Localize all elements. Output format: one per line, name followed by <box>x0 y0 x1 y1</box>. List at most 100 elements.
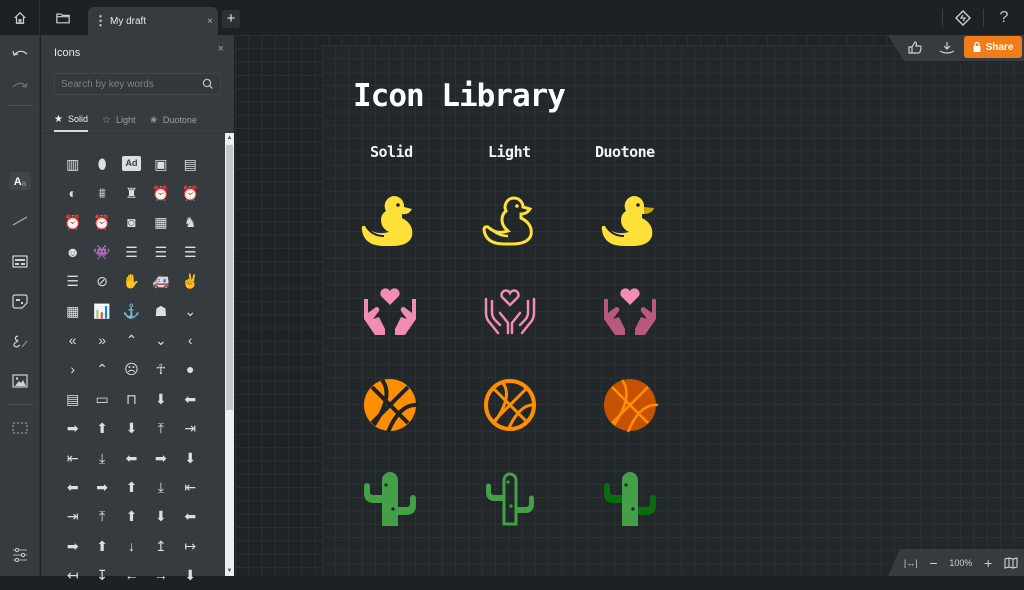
hand-holding-heart-light-icon[interactable] <box>480 283 540 343</box>
arrow-alt-to-right-icon[interactable]: ⇥ <box>58 502 87 531</box>
alarm-clock-icon[interactable]: ⏰ <box>146 178 175 207</box>
page-title[interactable]: Icon Library <box>353 78 566 114</box>
line-tool[interactable] <box>0 208 40 234</box>
align-slash-icon[interactable]: ⊘ <box>87 267 116 296</box>
address-card-icon[interactable]: ▤ <box>176 149 205 178</box>
sticky-note-tool[interactable] <box>0 288 40 314</box>
cactus-duotone-icon[interactable] <box>600 468 660 528</box>
arrow-from-top-icon[interactable]: ↧ <box>87 560 116 589</box>
tab-duotone[interactable]: ✬ Duotone <box>149 110 196 130</box>
image-tool[interactable] <box>0 368 40 394</box>
like-button[interactable] <box>904 35 926 59</box>
basketball-light-icon[interactable] <box>480 375 540 435</box>
arrow-from-bottom-icon[interactable]: ↥ <box>146 531 175 560</box>
arrow-alt-up-icon[interactable]: ⬆ <box>117 502 146 531</box>
panel-close-icon[interactable]: × <box>218 43 224 55</box>
arrow-circle-down-icon[interactable]: ⬇ <box>146 502 175 531</box>
acorn-icon[interactable]: ⬮ <box>87 149 116 178</box>
tab-light[interactable]: ☆ Light <box>102 110 136 130</box>
cactus-solid-icon[interactable] <box>360 468 420 528</box>
album-icon[interactable]: ◙ <box>117 208 146 237</box>
angle-down-icon[interactable]: ⌄ <box>146 325 175 354</box>
tab-menu-icon[interactable]: ⋮ <box>94 14 107 27</box>
hand-holding-heart-solid-icon[interactable] <box>360 283 420 343</box>
arrow-alt-down-icon[interactable]: ⬇ <box>117 414 146 443</box>
archway-icon[interactable]: ⊓ <box>117 384 146 413</box>
hand-holding-heart-duotone-icon[interactable] <box>600 283 660 343</box>
basketball-solid-icon[interactable] <box>360 375 420 435</box>
frame-tool[interactable] <box>0 415 40 441</box>
arrow-alt-circle-down-icon[interactable]: ⬇ <box>146 384 175 413</box>
arrow-alt-to-left-icon[interactable]: ⇤ <box>176 472 205 501</box>
album-collection-icon[interactable]: ▦ <box>146 208 175 237</box>
arrow-alt-square-right-icon[interactable]: ➡ <box>87 472 116 501</box>
american-sign-language-icon[interactable]: ✌ <box>176 267 205 296</box>
download-button[interactable] <box>936 35 958 59</box>
alien-monster-icon[interactable]: 👾 <box>87 237 116 266</box>
angle-double-right-icon[interactable]: » <box>87 325 116 354</box>
arrow-down-icon[interactable]: ↓ <box>117 531 146 560</box>
angle-double-down-icon[interactable]: ⌄ <box>176 296 205 325</box>
scroll-down-arrow[interactable]: ▼ <box>225 567 234 576</box>
arrow-alt-left-icon[interactable]: ⬅ <box>117 443 146 472</box>
adjust-icon[interactable]: ◐ <box>58 178 87 207</box>
angry-icon[interactable]: ☹ <box>117 355 146 384</box>
panel-scrollbar[interactable]: ▲ ▼ <box>225 133 234 576</box>
feature-button[interactable] <box>943 0 983 35</box>
arrow-circle-left-icon[interactable]: ⬅ <box>176 502 205 531</box>
zoom-out-button[interactable]: − <box>929 555 937 571</box>
allergies-icon[interactable]: ✋ <box>117 267 146 296</box>
arrow-from-right-icon[interactable]: ↤ <box>58 560 87 589</box>
undo-button[interactable] <box>0 40 40 66</box>
scroll-up-arrow[interactable]: ▲ <box>225 134 234 143</box>
basketball-duotone-icon[interactable] <box>600 375 660 435</box>
apple-crate-icon[interactable]: ▤ <box>58 384 87 413</box>
scroll-thumb[interactable] <box>226 145 233 410</box>
angle-double-left-icon[interactable]: « <box>58 325 87 354</box>
arrow-alt-from-left-icon[interactable]: ⇥ <box>176 414 205 443</box>
alarm-snooze-icon[interactable]: ⏰ <box>87 208 116 237</box>
ad-icon[interactable]: Ad <box>121 156 142 172</box>
arrow-alt-to-bottom-icon[interactable]: ⤓ <box>146 472 175 501</box>
arrow-alt-circle-left-icon[interactable]: ⬅ <box>176 384 205 413</box>
apple-alt-icon[interactable]: ● <box>176 355 205 384</box>
duck-solid-icon[interactable] <box>360 190 420 250</box>
ankh-icon[interactable]: ☥ <box>146 355 175 384</box>
map-icon[interactable] <box>1004 556 1018 569</box>
fit-width-button[interactable]: |↔| <box>904 558 918 568</box>
anchor-icon[interactable]: ⚓ <box>117 296 146 325</box>
archive-icon[interactable]: ▭ <box>87 384 116 413</box>
cactus-light-icon[interactable] <box>480 468 540 528</box>
arrow-circle-right-icon[interactable]: ➡ <box>58 531 87 560</box>
tab-solid[interactable]: ★ Solid <box>54 110 88 132</box>
arrow-alt-square-left-icon[interactable]: ⬅ <box>58 472 87 501</box>
align-right-icon[interactable]: ☰ <box>58 267 87 296</box>
air-conditioner-icon[interactable]: ⩩ <box>87 178 116 207</box>
address-book-icon[interactable]: ▣ <box>146 149 175 178</box>
air-freshener-icon[interactable]: ♜ <box>117 178 146 207</box>
arrow-alt-from-right-icon[interactable]: ⇤ <box>58 443 87 472</box>
angel-icon[interactable]: ☗ <box>146 296 175 325</box>
analytics-icon[interactable]: 📊 <box>87 296 116 325</box>
arrow-alt-circle-up-icon[interactable]: ⬆ <box>87 414 116 443</box>
tab-my-draft[interactable]: ⋮ My draft × <box>88 7 218 35</box>
folder-button[interactable] <box>41 0 85 35</box>
text-tool[interactable]: Aa <box>0 168 40 194</box>
zoom-in-button[interactable]: + <box>984 555 992 571</box>
column-header-light[interactable]: Light <box>488 143 531 161</box>
tab-close-icon[interactable]: × <box>202 16 218 27</box>
zoom-level[interactable]: 100% <box>949 558 972 568</box>
arrow-alt-square-up-icon[interactable]: ⬆ <box>117 472 146 501</box>
arrow-right-icon[interactable]: → <box>146 560 175 589</box>
arrow-alt-from-bottom-icon[interactable]: ⤒ <box>146 414 175 443</box>
search-input[interactable] <box>61 77 201 92</box>
arrow-square-down-icon[interactable]: ⬇ <box>176 560 205 589</box>
arrow-left-icon[interactable]: ← <box>117 560 146 589</box>
alarm-plus-icon[interactable]: ⏰ <box>58 208 87 237</box>
arrow-from-left-icon[interactable]: ↦ <box>176 531 205 560</box>
search-icon[interactable] <box>202 78 214 90</box>
share-button[interactable]: Share <box>964 36 1022 58</box>
home-button[interactable] <box>0 0 40 35</box>
ambulance-icon[interactable]: 🚑 <box>146 267 175 296</box>
angle-double-up-icon[interactable]: ⌃ <box>117 325 146 354</box>
